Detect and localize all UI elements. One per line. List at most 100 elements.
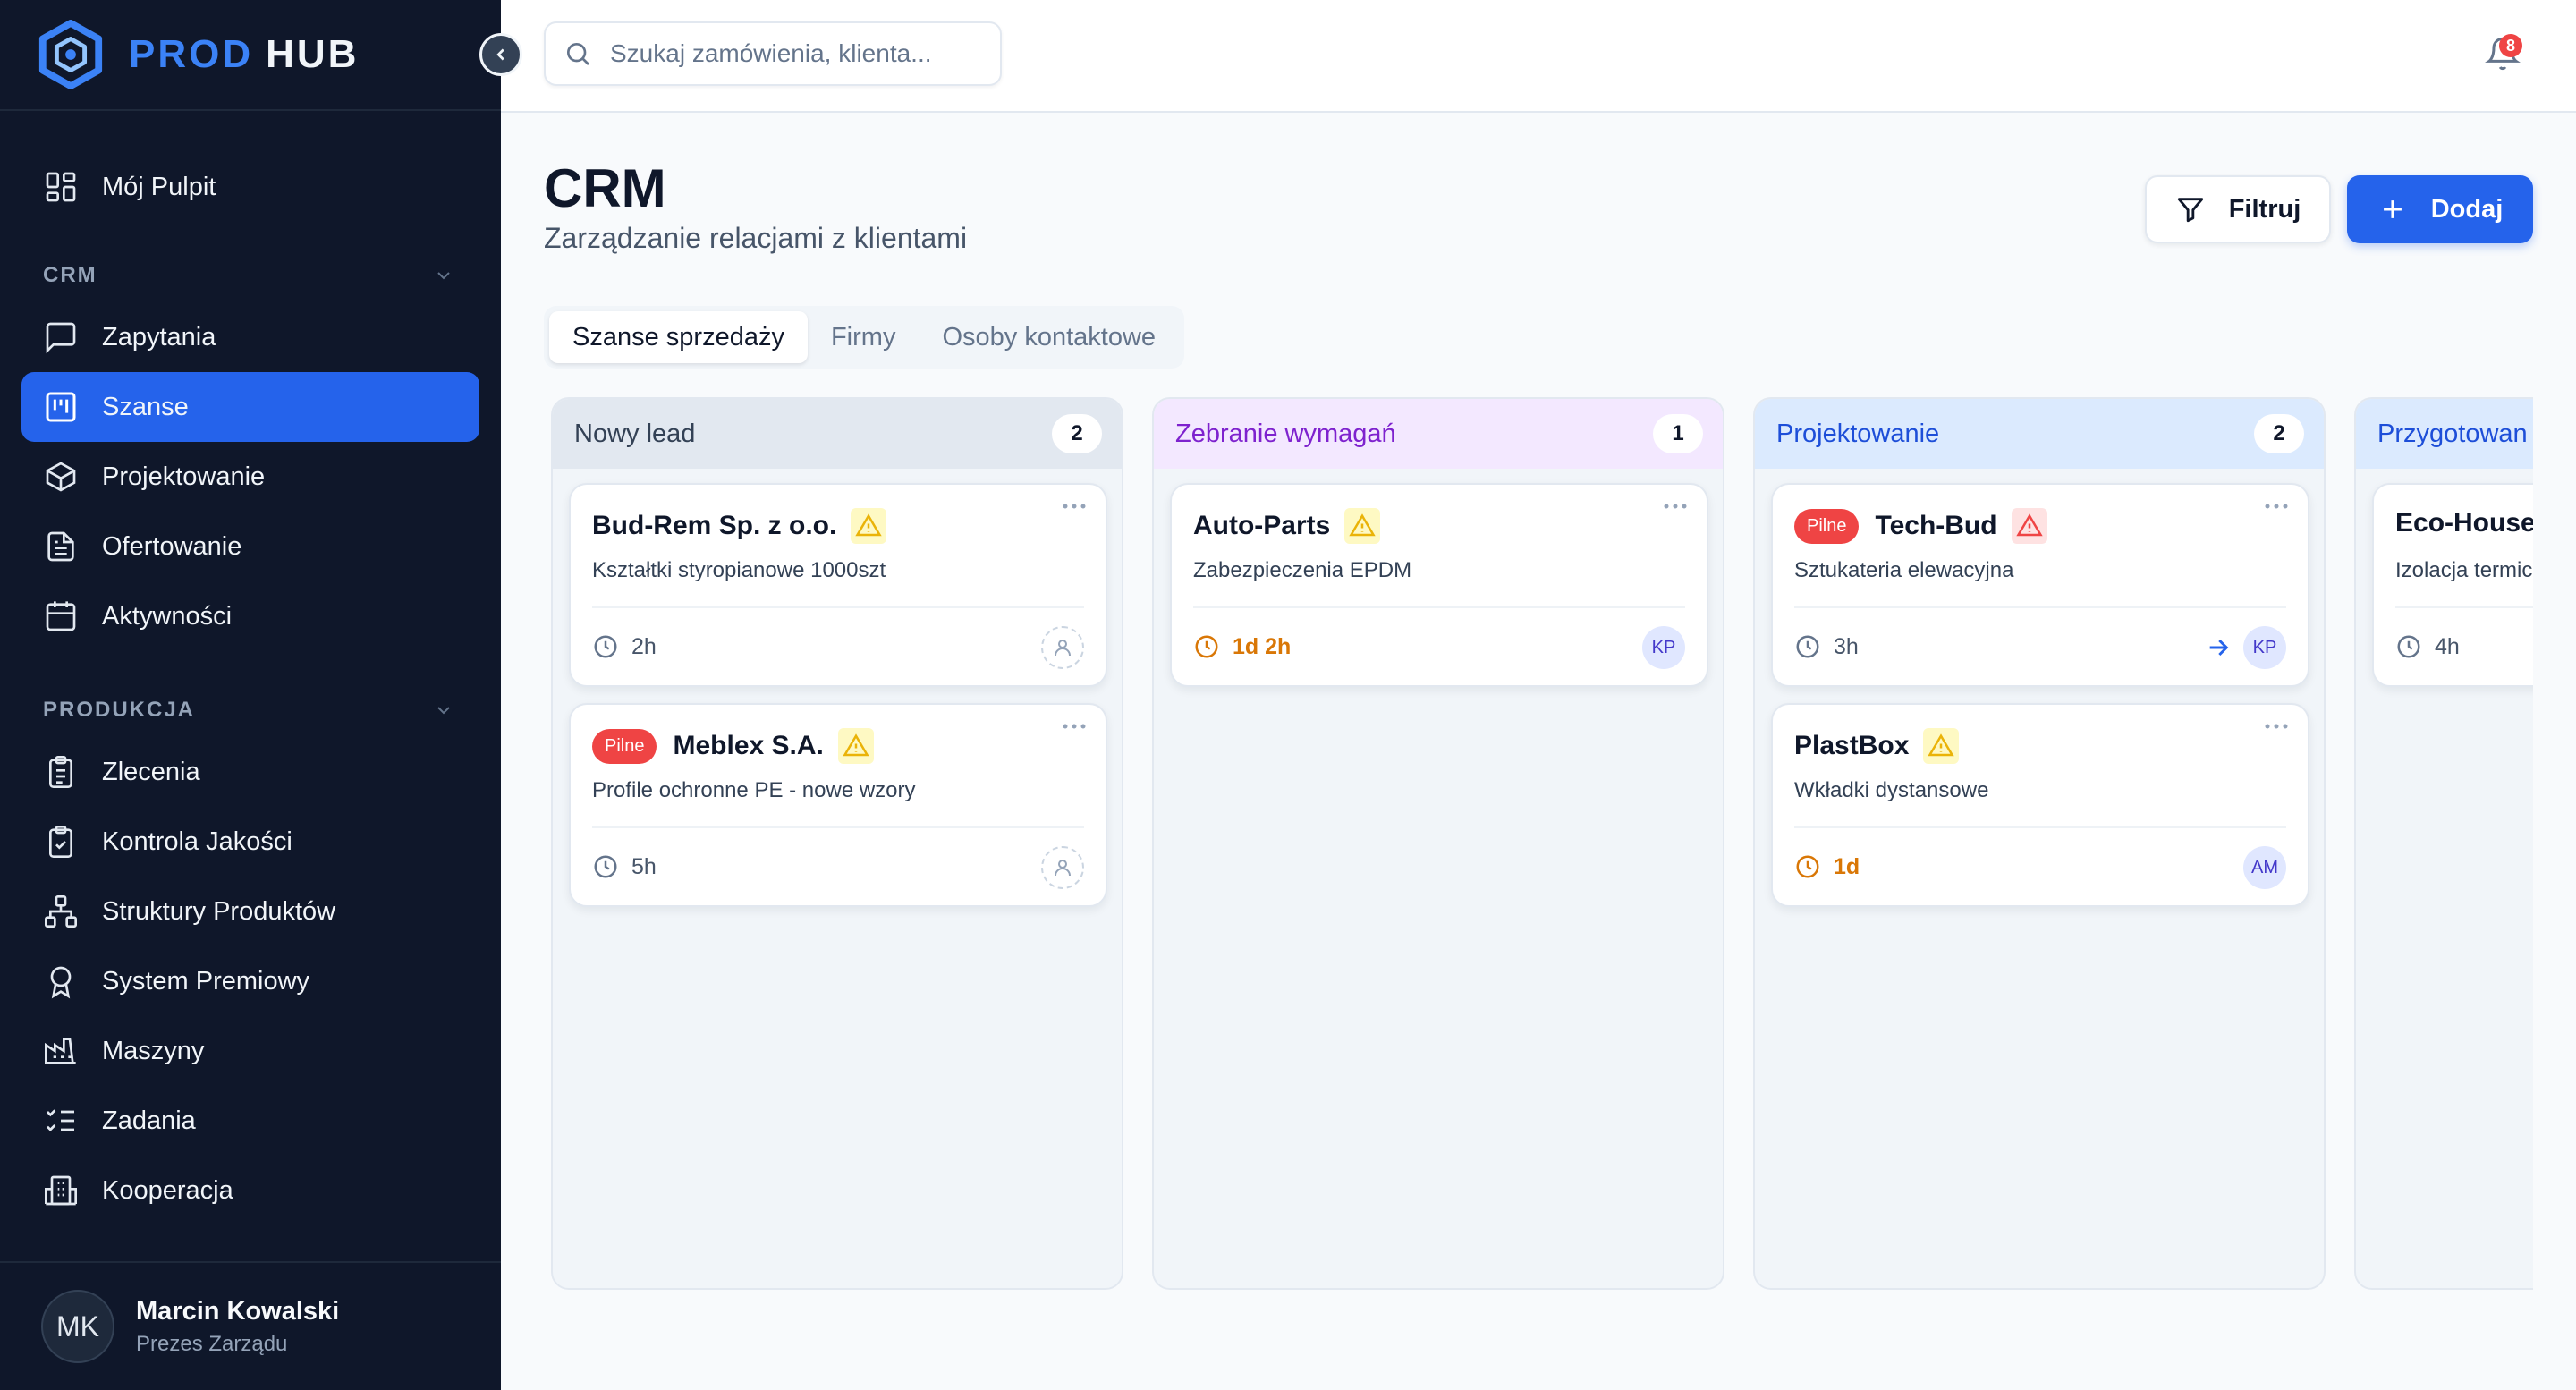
card-title: Eco-House: [2395, 508, 2533, 538]
card-company: Eco-House: [2395, 508, 2533, 538]
sidebar-item-zlecenia[interactable]: Zlecenia: [21, 737, 479, 807]
card-description: Wkładki dystansowe: [1794, 778, 1989, 802]
sidebar-item-kontrola-jakosci[interactable]: Kontrola Jakości: [21, 807, 479, 877]
avatar[interactable]: KP: [1642, 626, 1685, 669]
card-time: 2h: [592, 633, 657, 660]
column-header: Projektowanie 2: [1755, 399, 2324, 469]
card-time-value: 3h: [1834, 633, 1859, 659]
more-icon[interactable]: [2263, 721, 2290, 732]
column-count: 1: [1653, 414, 1703, 453]
deal-card[interactable]: Pilne Meblex S.A. Profile ochronne PE - …: [569, 703, 1107, 907]
section-crm[interactable]: CRM: [21, 249, 479, 302]
tab-firmy[interactable]: Firmy: [808, 311, 919, 363]
card-divider: [1794, 826, 2286, 828]
notification-badge: 8: [2499, 34, 2522, 57]
column-projektowanie: Projektowanie 2 Pilne Tech-Bud Sztukater…: [1753, 397, 2326, 1290]
sidebar-item-zapytania[interactable]: Zapytania: [21, 302, 479, 372]
card-description: Izolacja termic: [2395, 558, 2533, 582]
sidebar-item-system-premiowy[interactable]: System Premiowy: [21, 946, 479, 1016]
card-time-value: 4h: [2435, 633, 2460, 659]
card-time: 5h: [592, 853, 657, 880]
avatar[interactable]: KP: [2243, 626, 2286, 669]
sidebar-item-label: Zlecenia: [102, 757, 200, 786]
column-header: Zebranie wymagań 1: [1154, 399, 1723, 469]
filter-button[interactable]: Filtruj: [2145, 175, 2331, 243]
card-company: PlastBox: [1794, 731, 1910, 760]
hexagon-logo-icon: [38, 20, 103, 89]
user-profile[interactable]: MK Marcin Kowalski Prezes Zarządu: [0, 1261, 501, 1390]
factory-icon: [45, 1038, 76, 1064]
avatar[interactable]: AM: [2243, 846, 2286, 889]
user-name: Marcin Kowalski: [136, 1296, 340, 1326]
more-icon[interactable]: [1662, 501, 1689, 512]
column-title: Nowy lead: [574, 419, 696, 448]
sidebar-item-projektowanie[interactable]: Projektowanie: [21, 442, 479, 512]
calendar-icon: [46, 601, 76, 631]
more-icon[interactable]: [2263, 501, 2290, 512]
add-button[interactable]: Dodaj: [2347, 175, 2533, 243]
tab-osoby-kontaktowe[interactable]: Osoby kontaktowe: [919, 311, 1179, 363]
sidebar-item-label: Struktury Produktów: [102, 896, 336, 926]
clipboard-list-icon: [49, 756, 72, 788]
card-title: Pilne Tech-Bud: [1794, 508, 2047, 544]
deal-card[interactable]: Auto-Parts Zabezpieczenia EPDM 1d 2h KP: [1170, 483, 1708, 687]
deal-card[interactable]: Bud-Rem Sp. z o.o. Kształtki styropianow…: [569, 483, 1107, 687]
chevron-down-icon: [437, 707, 450, 715]
card-time-value: 1d 2h: [1233, 633, 1292, 659]
filter-icon: [2177, 198, 2203, 223]
sidebar-item-label: Zadania: [102, 1106, 196, 1135]
tab-szanse-sprzedazy[interactable]: Szanse sprzedaży: [549, 311, 808, 363]
user-info: Marcin Kowalski Prezes Zarządu: [136, 1297, 339, 1357]
card-description: Profile ochronne PE - nowe wzory: [592, 778, 916, 802]
more-icon[interactable]: [1061, 721, 1088, 732]
clock-icon: [2397, 635, 2420, 658]
sidebar-item-label: Szanse: [102, 392, 189, 421]
assign-user-icon[interactable]: [1041, 626, 1084, 669]
warning-icon: [1923, 728, 1960, 764]
network-icon: [45, 895, 77, 928]
more-icon[interactable]: [1061, 501, 1088, 512]
sidebar-item-maszyny[interactable]: Maszyny: [21, 1016, 479, 1086]
arrow-right-icon[interactable]: [2204, 633, 2233, 662]
search-box[interactable]: [544, 21, 1002, 86]
sidebar-item-struktury-produktow[interactable]: Struktury Produktów: [21, 877, 479, 946]
sidebar-item-szanse[interactable]: Szanse: [21, 372, 479, 442]
sidebar-item-ofertowanie[interactable]: Ofertowanie: [21, 512, 479, 581]
column-przygotowanie: Przygotowan Eco-House Izolacja termic 4h: [2354, 397, 2533, 1290]
sidebar-item-label: Kooperacja: [102, 1175, 233, 1205]
card-company: Meblex S.A.: [673, 731, 824, 760]
brand[interactable]: PROD HUB: [0, 0, 501, 111]
search-icon: [567, 43, 589, 65]
card-title: Auto-Parts: [1193, 508, 1381, 544]
sidebar-item-zadania[interactable]: Zadania: [21, 1086, 479, 1156]
section-produkcja[interactable]: PRODUKCJA: [21, 683, 479, 737]
deal-card[interactable]: Eco-House Izolacja termic 4h: [2372, 483, 2533, 687]
warning-icon: [1344, 508, 1381, 544]
search-input[interactable]: [610, 39, 968, 68]
card-company: Tech-Bud: [1875, 511, 1997, 540]
column-nowy-lead: Nowy lead 2 Bud-Rem Sp. z o.o. Kształtki…: [551, 397, 1123, 1290]
sidebar-collapse-button[interactable]: [479, 33, 522, 76]
column-header: Nowy lead 2: [553, 399, 1122, 469]
deal-card[interactable]: PlastBox Wkładki dystansowe 1d AM: [1771, 703, 2309, 907]
urgent-badge: Pilne: [592, 728, 657, 764]
message-square-icon: [46, 322, 76, 354]
chevron-down-icon: [437, 272, 450, 280]
column-count: 2: [1052, 414, 1102, 453]
card-company: Auto-Parts: [1193, 511, 1331, 540]
column-count: 2: [2254, 414, 2304, 453]
card-divider: [592, 826, 1084, 828]
deal-card[interactable]: Pilne Tech-Bud Sztukateria elewacyjna 3h…: [1771, 483, 2309, 687]
assign-user-icon[interactable]: [1041, 846, 1084, 889]
sidebar-item-aktywnosci[interactable]: Aktywności: [21, 581, 479, 651]
sidebar: PROD HUB Mój Pulpit CRM Zapytania Szanse …: [0, 0, 501, 1390]
sidebar-item-dashboard[interactable]: Mój Pulpit: [21, 152, 479, 222]
plus-icon: [2383, 200, 2402, 218]
sidebar-item-label: Aktywności: [102, 601, 233, 631]
chevron-left-icon: [496, 48, 504, 61]
brand-name: PROD HUB: [129, 32, 359, 77]
sidebar-item-kooperacja[interactable]: Kooperacja: [21, 1156, 479, 1225]
alert-icon: [2011, 508, 2047, 544]
clipboard-check-icon: [49, 826, 72, 858]
card-time: 1d 2h: [1193, 633, 1291, 660]
